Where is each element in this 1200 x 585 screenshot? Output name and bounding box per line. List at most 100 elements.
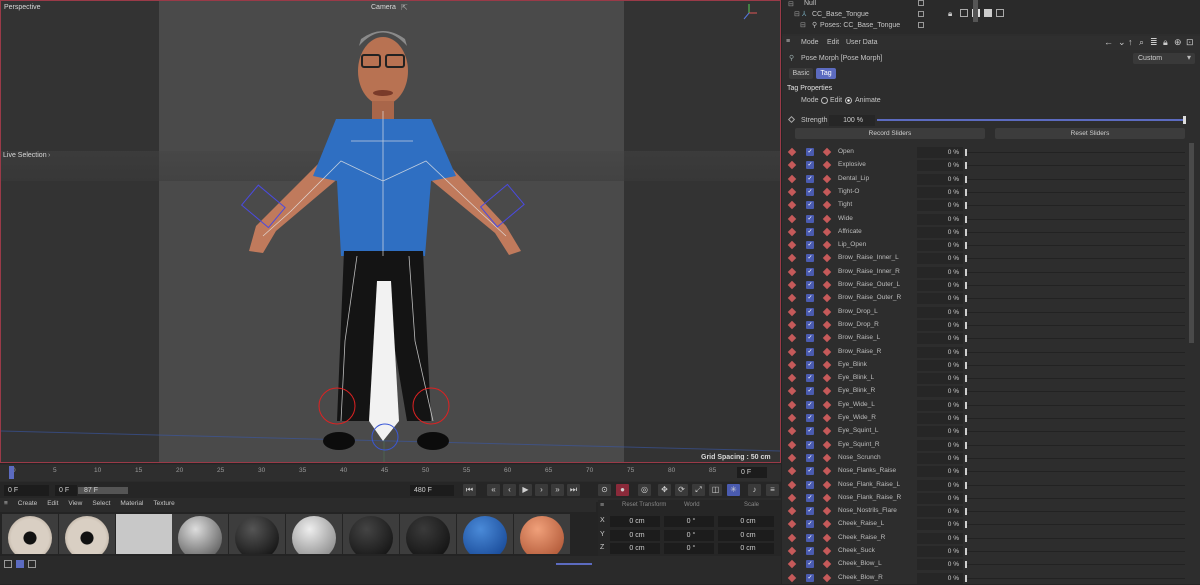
strength-slider-knob[interactable] [1183, 116, 1186, 124]
morph-value-field[interactable]: 0 % [917, 333, 963, 345]
morph-value-field[interactable]: 0 % [917, 240, 963, 252]
morph-slider[interactable] [965, 285, 1185, 286]
morph-value-field[interactable]: 0 % [917, 253, 963, 265]
morph-value-field[interactable]: 0 % [917, 559, 963, 571]
morph-enabled-checkbox[interactable]: ✓ [806, 453, 814, 462]
morph-slider[interactable] [965, 484, 1185, 486]
animate-key-icon[interactable] [822, 533, 832, 542]
morph-value-field[interactable]: 0 % [917, 186, 963, 198]
keyframe-icon[interactable] [787, 480, 797, 489]
morph-enabled-checkbox[interactable]: ✓ [806, 467, 814, 476]
pose-tag-icon[interactable] [984, 9, 992, 17]
morph-slider-knob[interactable] [965, 162, 967, 170]
morph-row[interactable]: ✓ Nose_Scrunch 0 % [782, 452, 1200, 465]
morph-row[interactable]: ✓ Eye_Wide_L 0 % [782, 399, 1200, 412]
object-tongue[interactable]: CC_Base_Tongue [812, 11, 869, 18]
morph-slider[interactable] [965, 338, 1185, 340]
morph-enabled-checkbox[interactable]: ✓ [806, 347, 814, 356]
material-hair[interactable] [172, 514, 228, 554]
morph-row[interactable]: ✓ Nose_Flanks_Raise 0 % [782, 465, 1200, 478]
morph-row[interactable]: ✓ Eye_Blink_R 0 % [782, 385, 1200, 398]
scale-y-field[interactable]: 0 cm [718, 530, 774, 541]
animate-key-icon[interactable] [822, 240, 832, 250]
timeline-ruler[interactable]: 051015202530354045505560657075808590 0 F [0, 465, 781, 481]
morph-slider[interactable] [965, 152, 1185, 153]
morph-row[interactable]: ✓ Nose_Flank_Raise_L 0 % [782, 479, 1200, 492]
menu-select[interactable]: Select [92, 500, 110, 507]
morph-slider[interactable] [965, 471, 1185, 473]
param-key-icon[interactable]: ◫ [709, 484, 722, 496]
morph-slider[interactable] [965, 311, 1185, 313]
keyframe-icon[interactable] [787, 307, 797, 316]
morph-slider-knob[interactable] [965, 494, 967, 502]
morph-slider[interactable] [965, 444, 1185, 446]
tree-expand-icon[interactable]: ⊟ [800, 21, 806, 29]
back-arrow-icon[interactable]: ← [1104, 37, 1113, 47]
keyframe-icon[interactable] [787, 347, 797, 356]
object-scrollbar[interactable] [973, 0, 978, 22]
morph-row[interactable]: ✓ Eye_Blink 0 % [782, 359, 1200, 372]
keyframe-icon[interactable] [787, 214, 797, 223]
keyframe-icon[interactable] [787, 560, 797, 569]
settings-icon[interactable]: ≡ [766, 484, 779, 496]
keyframe-icon[interactable] [787, 573, 797, 582]
morph-row[interactable]: ✓ Brow_Raise_Inner_L 0 % [782, 252, 1200, 265]
object-poses[interactable]: Poses: CC_Base_Tongue [820, 22, 900, 29]
morph-slider[interactable] [965, 218, 1185, 220]
rot-y-field[interactable]: 0 ° [664, 530, 714, 541]
morph-slider[interactable] [965, 324, 1185, 326]
morph-slider-knob[interactable] [965, 454, 967, 462]
morph-slider[interactable] [965, 191, 1185, 193]
morph-slider-knob[interactable] [965, 282, 967, 289]
morph-slider[interactable] [965, 577, 1185, 579]
morph-slider-knob[interactable] [965, 361, 967, 369]
morph-slider-knob[interactable] [965, 188, 967, 196]
scale-x-field[interactable]: 0 cm [718, 516, 774, 527]
morph-enabled-checkbox[interactable]: ✓ [806, 507, 814, 516]
morph-row[interactable]: ✓ Brow_Raise_Inner_R 0 % [782, 266, 1200, 279]
morph-enabled-checkbox[interactable]: ✓ [806, 533, 814, 542]
morph-slider-knob[interactable] [965, 428, 967, 436]
morph-enabled-checkbox[interactable]: ✓ [806, 547, 814, 555]
lock-icon[interactable]: 🔒︎ [1163, 37, 1168, 48]
morph-value-field[interactable]: 0 % [917, 492, 963, 504]
keyframe-icon[interactable] [787, 267, 797, 276]
record-keys-icon[interactable]: ⊙ [598, 484, 611, 496]
morph-value-field[interactable]: 0 % [917, 319, 963, 331]
keyframe-icon[interactable] [787, 187, 797, 197]
menu-mode[interactable]: Mode [801, 39, 819, 46]
scene-character[interactable] [1, 1, 781, 463]
morph-value-field[interactable]: 0 % [917, 452, 963, 464]
pos-z-field[interactable]: 0 cm [610, 543, 660, 554]
keyframe-icon[interactable] [787, 453, 797, 463]
animate-key-icon[interactable] [822, 453, 832, 463]
morph-slider-knob[interactable] [965, 175, 967, 183]
morph-row[interactable]: ✓ Brow_Raise_Outer_L 0 % [782, 279, 1200, 292]
animate-key-icon[interactable] [822, 333, 832, 343]
morph-value-field[interactable]: 0 % [917, 413, 963, 424]
rot-x-field[interactable]: 0 ° [664, 516, 714, 527]
animate-key-icon[interactable] [822, 506, 832, 516]
morph-enabled-checkbox[interactable]: ✓ [806, 387, 814, 396]
animate-key-icon[interactable] [822, 227, 832, 237]
morph-slider-knob[interactable] [965, 401, 967, 409]
morph-value-field[interactable]: 0 % [917, 399, 963, 411]
visibility-check[interactable] [918, 22, 924, 28]
phong-tag-icon[interactable] [996, 9, 1004, 17]
morph-enabled-checkbox[interactable]: ✓ [806, 427, 814, 436]
keyframe-icon[interactable] [787, 200, 797, 210]
morph-slider[interactable] [965, 271, 1185, 273]
object-null[interactable]: Null [804, 0, 816, 7]
morph-enabled-checkbox[interactable]: ✓ [806, 161, 814, 170]
keyframe-icon[interactable] [787, 174, 797, 183]
morph-slider[interactable] [965, 351, 1185, 353]
visibility-check[interactable] [918, 11, 924, 17]
morph-slider[interactable] [965, 418, 1185, 419]
morph-slider-knob[interactable] [965, 415, 967, 422]
animate-key-icon[interactable] [822, 267, 832, 276]
morph-enabled-checkbox[interactable]: ✓ [806, 400, 814, 409]
morph-slider-knob[interactable] [965, 468, 967, 476]
animate-key-icon[interactable] [822, 360, 832, 370]
morph-row[interactable]: ✓ Brow_Raise_R 0 % [782, 346, 1200, 359]
morph-row[interactable]: ✓ Tight-O 0 % [782, 186, 1200, 199]
